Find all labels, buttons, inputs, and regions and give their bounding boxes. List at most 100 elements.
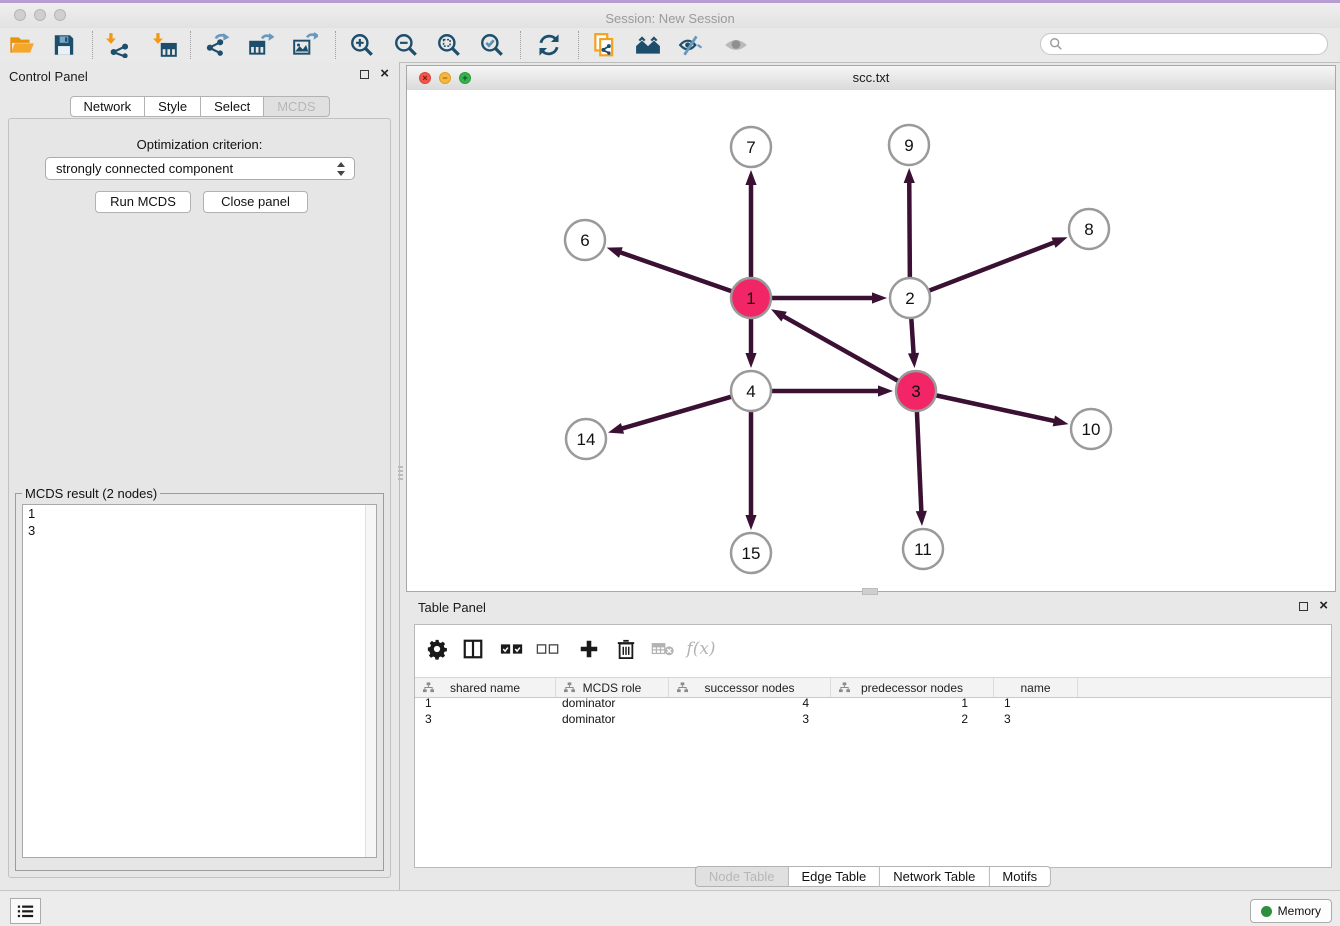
control-panel-title: Control Panel [9, 69, 88, 84]
select-stepper-icon [337, 161, 346, 177]
search-input[interactable] [1067, 35, 1327, 53]
mcds-result-list[interactable]: 13 [22, 504, 377, 858]
column-header-name[interactable]: name [994, 678, 1078, 697]
tab-select[interactable]: Select [201, 96, 264, 117]
graph-edge-2-9[interactable] [909, 181, 910, 278]
graph-edge-arrowhead [745, 515, 756, 530]
graph-node-9[interactable]: 9 [889, 125, 929, 165]
open-session-icon[interactable] [8, 32, 36, 58]
graph-edge-2-8[interactable] [929, 242, 1056, 291]
close-panel-icon[interactable]: × [1319, 598, 1328, 614]
graph-node-7[interactable]: 7 [731, 127, 771, 167]
graph-edge-arrowhead [1052, 237, 1068, 248]
zoom-out-icon[interactable] [392, 32, 420, 58]
graph-node-label: 9 [904, 136, 913, 155]
status-bar: Memory [0, 890, 1340, 926]
graph-node-1[interactable]: 1 [731, 278, 771, 318]
graph-edge-3-1[interactable] [782, 316, 898, 382]
tab-network[interactable]: Network [69, 96, 145, 117]
graph-edge-arrowhead [904, 168, 915, 183]
memory-button[interactable]: Memory [1250, 899, 1332, 923]
tab-network-table[interactable]: Network Table [880, 866, 989, 887]
float-panel-icon[interactable] [1299, 602, 1308, 611]
clone-network-icon[interactable] [590, 32, 618, 58]
column-layout-icon[interactable] [458, 635, 488, 663]
export-network-icon[interactable] [204, 32, 232, 58]
graph-node-4[interactable]: 4 [731, 371, 771, 411]
graph-node-label: 11 [914, 540, 932, 559]
graph-node-2[interactable]: 2 [890, 278, 930, 318]
import-table-icon[interactable] [151, 32, 179, 58]
column-header-shared-name[interactable]: shared name [415, 678, 556, 697]
tab-edge-table[interactable]: Edge Table [788, 866, 880, 887]
refresh-view-icon[interactable] [535, 32, 563, 58]
window-titlebar: Session: New Session [0, 3, 1340, 29]
table-settings-icon[interactable] [422, 635, 452, 663]
table-row[interactable]: 1dominator411 [415, 696, 1331, 712]
vertical-splitter-grip[interactable] [398, 466, 403, 480]
zoom-selected-icon[interactable] [478, 32, 506, 58]
graph-node-label: 6 [580, 231, 589, 250]
tab-mcds[interactable]: MCDS [264, 96, 329, 117]
graph-node-3[interactable]: 3 [896, 371, 936, 411]
search-field[interactable] [1040, 33, 1328, 55]
graph-edge-3-11[interactable] [917, 411, 922, 513]
show-panel-list-button[interactable] [10, 898, 41, 924]
zoom-fit-icon[interactable] [435, 32, 463, 58]
deselect-all-columns-icon[interactable] [533, 635, 563, 663]
table-cell: 4 [669, 696, 831, 712]
table-cell: dominator [556, 712, 669, 728]
scrollbar-track[interactable] [365, 505, 376, 857]
float-panel-icon[interactable] [360, 70, 369, 79]
graph-edge-3-10[interactable] [936, 395, 1056, 421]
mcds-result-item[interactable]: 1 [23, 505, 376, 522]
tab-style[interactable]: Style [145, 96, 201, 117]
column-header-predecessor-nodes[interactable]: predecessor nodes [831, 678, 994, 697]
close-panel-button[interactable]: Close panel [203, 191, 308, 213]
graph-node-6[interactable]: 6 [565, 220, 605, 260]
column-header-mcds-role[interactable]: MCDS role [556, 678, 669, 697]
graph-node-label: 1 [746, 289, 755, 308]
graph-node-15[interactable]: 15 [731, 533, 771, 573]
zoom-in-icon[interactable] [348, 32, 376, 58]
hide-selected-icon[interactable] [677, 32, 705, 58]
export-image-icon[interactable] [291, 32, 319, 58]
graph-edge-arrowhead [1053, 415, 1069, 426]
select-all-columns-icon[interactable] [497, 635, 527, 663]
tab-motifs[interactable]: Motifs [989, 866, 1051, 887]
network-canvas[interactable]: 7 9 6 8 1 2 4 3 14 10 15 11 [407, 90, 1335, 591]
add-column-icon[interactable] [574, 635, 604, 663]
mcds-result-title: MCDS result (2 nodes) [22, 486, 160, 501]
run-mcds-button[interactable]: Run MCDS [95, 191, 191, 213]
apply-function-icon[interactable]: f(x) [686, 635, 716, 663]
graph-node-14[interactable]: 14 [566, 419, 606, 459]
toolbar-separator [520, 31, 521, 59]
first-neighbors-icon[interactable] [634, 32, 662, 58]
show-all-icon[interactable] [722, 32, 750, 58]
graph-edge-1-6[interactable] [619, 252, 732, 292]
export-table-icon[interactable] [247, 32, 275, 58]
graph-edge-2-3[interactable] [911, 318, 913, 355]
mcds-result-item[interactable]: 3 [23, 522, 376, 539]
fx-label: f(x) [686, 639, 715, 659]
column-header-successor-nodes[interactable]: successor nodes [669, 678, 831, 697]
save-session-icon[interactable] [50, 32, 78, 58]
memory-status-icon [1261, 906, 1272, 917]
close-panel-icon[interactable]: × [380, 66, 389, 82]
graph-edge-arrowhead [607, 247, 623, 258]
import-network-icon[interactable] [104, 32, 132, 58]
graph-node-11[interactable]: 11 [903, 529, 943, 569]
main-toolbar [0, 28, 1340, 63]
network-window-titlebar[interactable]: × − + scc.txt [407, 66, 1335, 91]
graph-node-8[interactable]: 8 [1069, 209, 1109, 249]
graph-node-10[interactable]: 10 [1071, 409, 1111, 449]
delete-column-icon[interactable] [611, 635, 641, 663]
delete-table-icon[interactable] [648, 635, 678, 663]
toolbar-separator [92, 31, 93, 59]
tab-node-table[interactable]: Node Table [695, 866, 789, 887]
horizontal-splitter-grip[interactable] [862, 588, 878, 595]
criterion-select[interactable]: strongly connected component [45, 157, 355, 180]
table-row[interactable]: 3dominator323 [415, 712, 1331, 728]
table-cell: 3 [669, 712, 831, 728]
graph-edge-4-14[interactable] [621, 397, 732, 429]
